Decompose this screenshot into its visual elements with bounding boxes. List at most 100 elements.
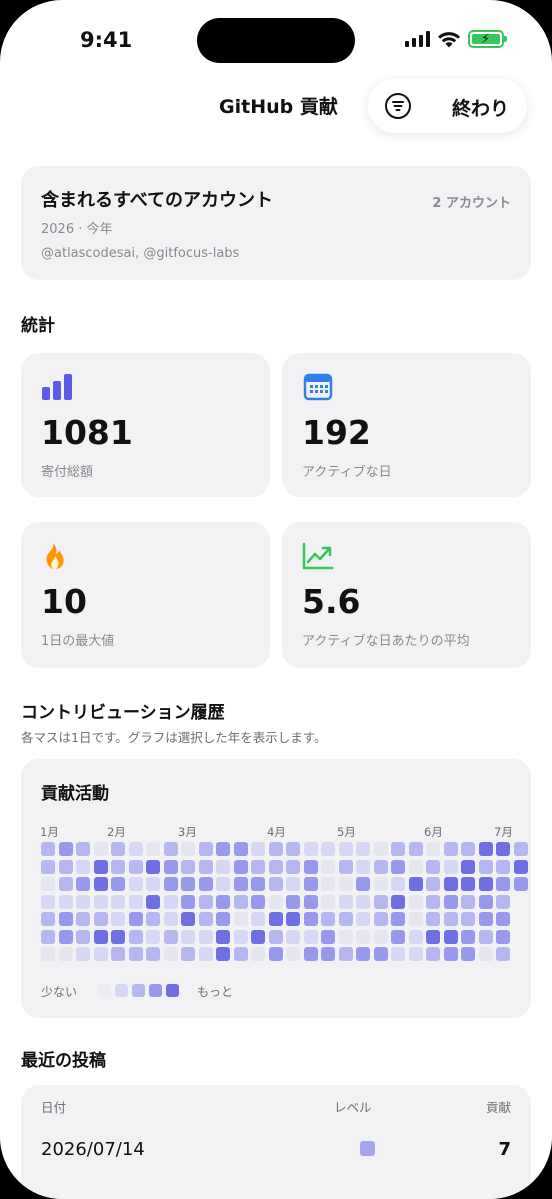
contribution-cell [93,859,108,874]
header-level: レベル [334,1100,372,1115]
contribution-cell [338,859,353,874]
contribution-cell [478,877,493,891]
contribution-cell [338,877,353,891]
contribution-cell [181,859,195,874]
contribution-cell [373,929,388,944]
contribution-cell [408,842,423,856]
contribution-cell [163,859,178,874]
contribution-cell [443,859,458,874]
header-date: 日付 [41,1100,67,1115]
history-subtitle: 各マスは1日です。グラフは選択した年を表示します。 [21,730,327,745]
contribution-cell [496,842,510,856]
contribution-cell [513,877,528,891]
recent-title: 最近の投稿 [21,1051,106,1071]
contribution-cell [146,912,160,926]
contribution-cell [58,877,73,891]
contribution-cell [426,894,440,909]
contribution-cell [181,912,195,926]
nav-actions: 終わり [368,79,527,133]
contribution-cell [181,894,195,909]
contribution-cell [181,877,195,891]
contribution-cell [478,894,493,909]
contribution-cell [41,912,55,926]
accounts-title: 含まれるすべてのアカウント [41,190,274,211]
contribution-cell [58,894,73,909]
contribution-cell [128,929,143,944]
contribution-cell [251,877,265,891]
contribution-cell [461,947,475,961]
legend-cell [132,984,145,997]
contribution-cell [478,842,493,856]
battery-icon: ⚡ [468,30,507,48]
contribution-cell [426,912,440,926]
contribution-cell [268,894,283,909]
contribution-cell [321,842,335,856]
contribution-cell [163,912,178,926]
accounts-names: @atlascodesai, @gitfocus-labs [41,246,240,261]
contribution-cell [321,912,335,926]
contribution-cell [426,929,440,944]
contribution-cell [408,947,423,961]
contribution-cell [58,929,73,944]
contribution-cell [233,912,248,926]
accounts-year: 2026 · 今年 [41,222,113,237]
month-label: 6月 [424,825,443,839]
contribution-cell [461,912,475,926]
filter-icon[interactable] [385,93,411,119]
contribution-cell [128,912,143,926]
stat-card-max: 10 1日の最大値 [21,522,270,668]
contribution-cell [443,912,458,926]
flame-icon [46,543,64,569]
contribution-cell [268,929,283,944]
row-value: 7 [498,1139,511,1160]
contribution-cell [76,842,90,856]
contribution-cell [391,929,405,944]
contribution-cell [198,877,213,891]
contribution-cell [461,929,475,944]
stat-value: 192 [302,413,371,452]
contribution-cell [443,929,458,944]
contribution-cell [128,877,143,891]
contribution-cell [233,842,248,856]
contribution-cell [286,859,300,874]
contribution-cell [338,842,353,856]
contribution-cell [198,912,213,926]
contribution-cell [216,877,230,891]
contribution-cell [373,894,388,909]
heatmap-card: 貢献活動 1月 2月 3月 4月 5月 6月 7月 少ない もっと [21,759,531,1018]
month-label: 3月 [178,825,197,839]
contribution-cell [198,859,213,874]
contribution-cell [128,947,143,961]
page-title: GitHub 貢献 [219,96,338,118]
contribution-cell [93,947,108,961]
contribution-cell [181,842,195,856]
contribution-cell [76,947,90,961]
contribution-cell [478,859,493,874]
contribution-cell [426,859,440,874]
accounts-card[interactable]: 含まれるすべてのアカウント 2 アカウント 2026 · 今年 @atlasco… [21,166,531,280]
contribution-cell [111,859,125,874]
contribution-cell [373,912,388,926]
contribution-cell [373,842,388,856]
contribution-cell [111,842,125,856]
contribution-cell [373,877,388,891]
contribution-cell [76,929,90,944]
contribution-cell [286,894,300,909]
contribution-cell [373,859,388,874]
stat-card-average: 5.6 アクティブな日あたりの平均 [282,522,531,668]
contribution-cell [58,859,73,874]
contribution-cell [303,894,318,909]
stat-value: 1081 [41,413,133,452]
contribution-cell [233,877,248,891]
contribution-cell [496,947,510,961]
contribution-cell [41,877,55,891]
contribution-cell [251,912,265,926]
contribution-cell [426,947,440,961]
done-button[interactable]: 終わり [452,94,509,121]
contribution-cell [198,947,213,961]
contribution-cell [356,859,370,874]
contribution-cell [356,947,370,961]
contribution-cell [76,894,90,909]
contribution-cell [496,929,510,944]
contribution-cell [496,877,510,891]
